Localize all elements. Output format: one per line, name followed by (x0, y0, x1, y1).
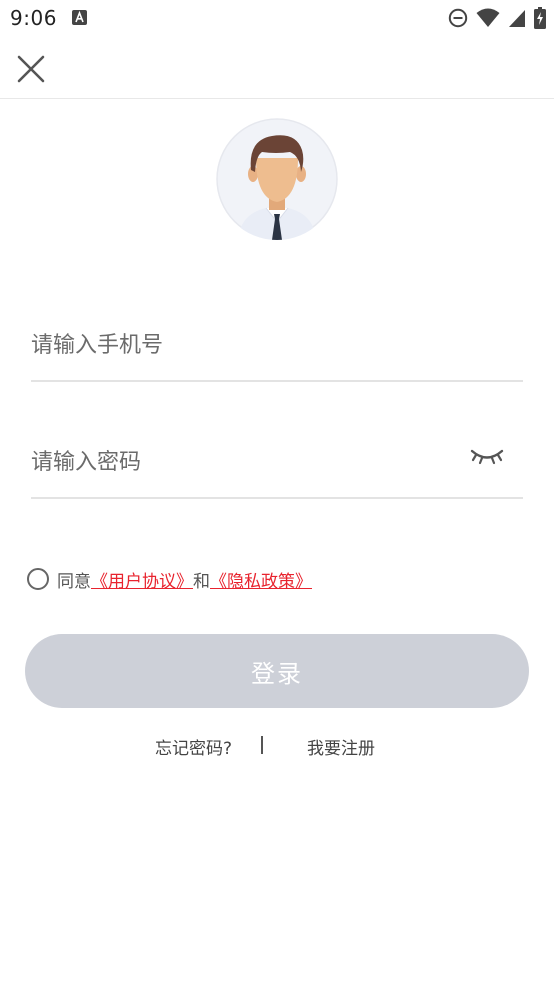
bottom-links: 忘记密码? 我要注册 (0, 734, 554, 759)
wifi-icon (476, 8, 500, 32)
agreement-row: 同意 《用户协议》 和 《隐私政策》 (27, 565, 312, 593)
avatar (216, 118, 338, 240)
toggle-password-visibility[interactable] (469, 444, 505, 468)
privacy-policy-link[interactable]: 《隐私政策》 (210, 567, 312, 592)
status-bar: 9:06 (0, 0, 554, 36)
user-agreement-link[interactable]: 《用户协议》 (91, 567, 193, 592)
agree-checkbox[interactable] (27, 568, 49, 590)
status-time: 9:06 (10, 6, 57, 30)
user-avatar-icon (216, 118, 338, 240)
password-input[interactable] (31, 437, 451, 487)
eye-closed-icon (470, 449, 504, 465)
top-bar (0, 36, 554, 99)
links-divider (261, 736, 263, 754)
keyboard-a-icon (72, 10, 87, 29)
login-button[interactable]: 登录 (25, 634, 529, 708)
close-button[interactable] (14, 52, 48, 86)
forgot-password-link[interactable]: 忘记密码? (155, 734, 232, 759)
close-icon (17, 55, 45, 83)
password-field (31, 431, 523, 499)
do-not-disturb-icon (448, 8, 468, 32)
phone-field (31, 314, 523, 382)
agree-label: 同意 (57, 571, 91, 592)
signal-icon (508, 8, 526, 32)
phone-input[interactable] (31, 320, 451, 370)
register-link[interactable]: 我要注册 (307, 734, 375, 759)
and-label: 和 (193, 571, 210, 592)
battery-charging-icon (534, 7, 546, 33)
